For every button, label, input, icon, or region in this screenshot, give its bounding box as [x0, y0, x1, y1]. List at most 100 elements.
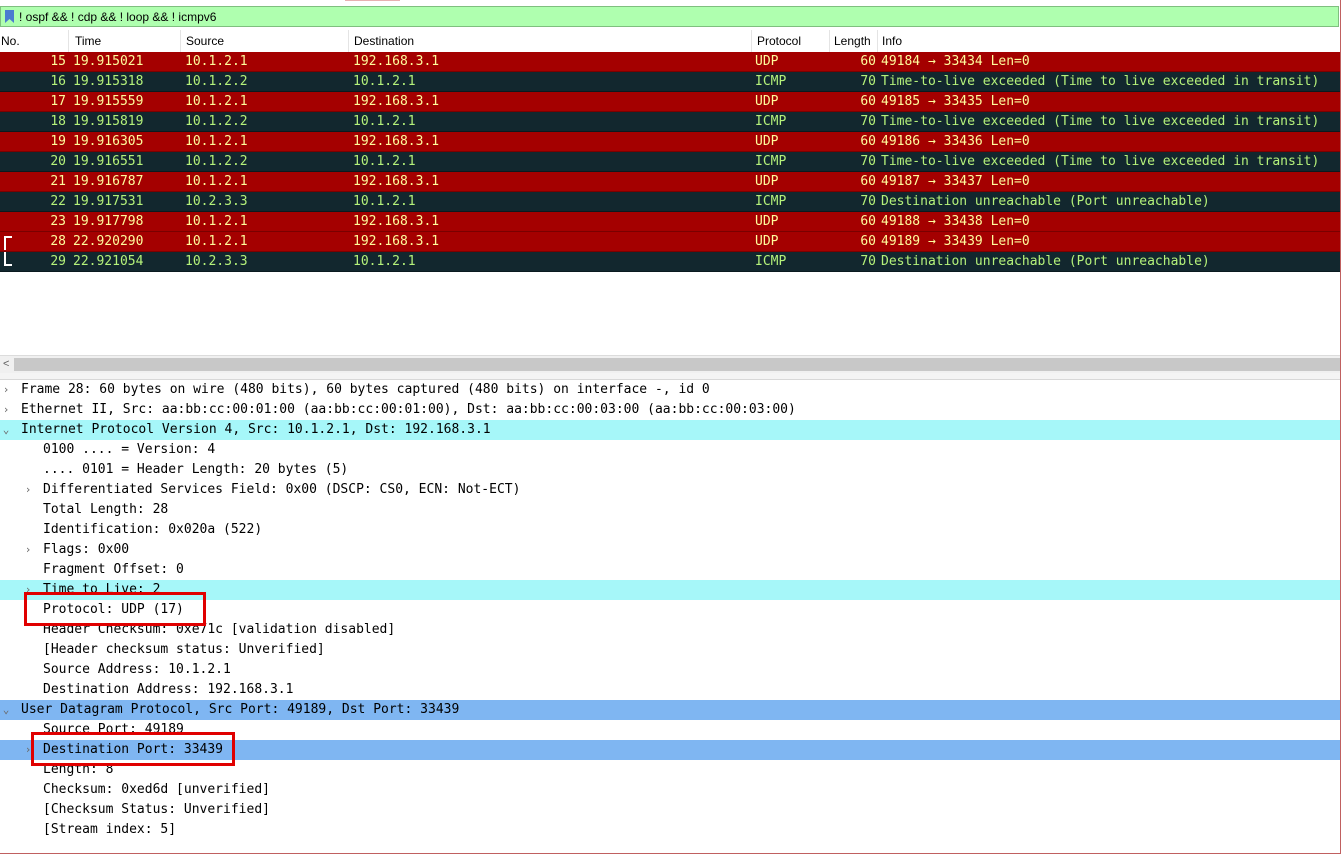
detail-ipv4[interactable]: ⌄ Internet Protocol Version 4, Src: 10.1.… [0, 420, 1341, 440]
packet-length: 70 [860, 254, 876, 269]
packet-time: 22.921054 [73, 254, 144, 269]
packet-length: 70 [860, 114, 876, 129]
packet-row-selected[interactable]: 28 22.920290 10.1.2.1 192.168.3.1 UDP 60 49189… [0, 232, 1341, 252]
detail-ip-source-address[interactable]: Source Address: 10.1.2.1 [0, 660, 1341, 680]
packet-info: 49184 → 33434 Len=0 [881, 54, 1030, 69]
packet-length: 60 [860, 54, 876, 69]
detail-text: Identification: 0x020a (522) [43, 522, 263, 537]
packet-time: 19.916305 [73, 134, 144, 149]
packet-info: 49186 → 33436 Len=0 [881, 134, 1030, 149]
display-filter-bar[interactable]: ! ospf && ! cdp && ! loop && ! icmpv6 [0, 6, 1339, 27]
column-header-destination[interactable]: Destination [354, 34, 414, 48]
detail-udp-stream-index[interactable]: [Stream index: 5] [0, 820, 1341, 840]
display-filter-input[interactable]: ! ospf && ! cdp && ! loop && ! icmpv6 [19, 10, 216, 24]
detail-ip-total-length[interactable]: Total Length: 28 [0, 500, 1341, 520]
packet-row[interactable]: 18 19.915819 10.1.2.2 10.1.2.1 ICMP 70 Time-to… [0, 112, 1341, 132]
column-separator[interactable] [180, 30, 181, 52]
scroll-left-icon[interactable]: < [3, 358, 9, 370]
column-header-no[interactable]: No. [1, 34, 20, 48]
detail-text: [Header checksum status: Unverified] [43, 642, 325, 657]
packet-row[interactable]: 16 19.915318 10.1.2.2 10.1.2.1 ICMP 70 Time-to… [0, 72, 1341, 92]
detail-frame[interactable]: › Frame 28: 60 bytes on wire (480 bits), … [0, 380, 1341, 400]
detail-text: 0100 .... = Version: 4 [43, 442, 216, 457]
packet-protocol: ICMP [755, 74, 787, 89]
detail-text: Frame 28: 60 bytes on wire (480 bits), 6… [21, 382, 710, 397]
packet-source: 10.1.2.2 [185, 154, 248, 169]
detail-ip-destination-address[interactable]: Destination Address: 192.168.3.1 [0, 680, 1341, 700]
collapse-chevron-icon[interactable]: ⌄ [0, 420, 12, 440]
column-separator[interactable] [348, 30, 349, 52]
packet-no: 23 [50, 214, 66, 229]
collapse-chevron-icon[interactable]: ⌄ [0, 700, 12, 720]
packet-list-pane: No. Time Source Destination Protocol Len… [0, 30, 1341, 356]
packet-rows: 15 19.915021 10.1.2.1 192.168.3.1 UDP 60 49184… [0, 52, 1341, 272]
packet-info: 49187 → 33437 Len=0 [881, 174, 1030, 189]
packet-protocol: ICMP [755, 114, 787, 129]
packet-time: 19.915021 [73, 54, 144, 69]
packet-info: 49188 → 33438 Len=0 [881, 214, 1030, 229]
packet-row[interactable]: 20 19.916551 10.1.2.2 10.1.2.1 ICMP 70 Time-to… [0, 152, 1341, 172]
column-separator[interactable] [751, 30, 752, 52]
scrollbar-thumb[interactable] [14, 358, 1341, 371]
detail-ip-fragment-offset[interactable]: Fragment Offset: 0 [0, 560, 1341, 580]
packet-no: 21 [50, 174, 66, 189]
packet-protocol: ICMP [755, 254, 787, 269]
detail-text: [Checksum Status: Unverified] [43, 802, 270, 817]
column-separator[interactable] [877, 30, 878, 52]
packet-row[interactable]: 22 19.917531 10.2.3.3 10.1.2.1 ICMP 70 Destina… [0, 192, 1341, 212]
packet-row[interactable]: 29 22.921054 10.2.3.3 10.1.2.1 ICMP 70 Destina… [0, 252, 1341, 272]
column-header-info[interactable]: Info [882, 34, 902, 48]
detail-ip-version[interactable]: 0100 .... = Version: 4 [0, 440, 1341, 460]
expand-chevron-icon[interactable]: › [0, 400, 12, 420]
packet-row[interactable]: 21 19.916787 10.1.2.1 192.168.3.1 UDP 60 49187… [0, 172, 1341, 192]
packet-length: 60 [860, 214, 876, 229]
column-separator[interactable] [68, 30, 69, 52]
detail-ip-flags[interactable]: › Flags: 0x00 [0, 540, 1341, 560]
packet-row[interactable]: 17 19.915559 10.1.2.1 192.168.3.1 UDP 60 49185… [0, 92, 1341, 112]
detail-ip-dsfield[interactable]: › Differentiated Services Field: 0x00 (DS… [0, 480, 1341, 500]
packet-time: 19.917798 [73, 214, 144, 229]
expand-chevron-icon[interactable]: › [22, 480, 34, 500]
packet-no: 20 [50, 154, 66, 169]
column-header-protocol[interactable]: Protocol [757, 34, 801, 48]
detail-ethernet[interactable]: › Ethernet II, Src: aa:bb:cc:00:01:00 (aa… [0, 400, 1341, 420]
detail-udp-checksum[interactable]: Checksum: 0xed6d [unverified] [0, 780, 1341, 800]
detail-udp[interactable]: ⌄ User Datagram Protocol, Src Port: 49189… [0, 700, 1341, 720]
packet-info: Time-to-live exceeded (Time to live exce… [881, 154, 1320, 169]
packet-no: 28 [50, 234, 66, 249]
detail-text: Ethernet II, Src: aa:bb:cc:00:01:00 (aa:… [21, 402, 796, 417]
packet-destination: 192.168.3.1 [353, 234, 440, 249]
detail-text: Flags: 0x00 [43, 542, 130, 557]
packet-length: 60 [860, 234, 876, 249]
detail-text: Internet Protocol Version 4, Src: 10.1.2… [21, 422, 491, 437]
packet-protocol: UDP [755, 214, 779, 229]
detail-ip-identification[interactable]: Identification: 0x020a (522) [0, 520, 1341, 540]
detail-ip-checksum-status[interactable]: [Header checksum status: Unverified] [0, 640, 1341, 660]
packet-row[interactable]: 19 19.916305 10.1.2.1 192.168.3.1 UDP 60 49186… [0, 132, 1341, 152]
column-separator[interactable] [829, 30, 830, 52]
packet-source: 10.1.2.1 [185, 174, 248, 189]
pane-splitter[interactable] [0, 373, 1341, 380]
column-header-time[interactable]: Time [75, 34, 101, 48]
expand-chevron-icon[interactable]: › [22, 540, 34, 560]
annotation-box-protocol [24, 592, 206, 626]
detail-ip-header-length[interactable]: .... 0101 = Header Length: 20 bytes (5) [0, 460, 1341, 480]
packet-length: 60 [860, 94, 876, 109]
column-header-source[interactable]: Source [186, 34, 224, 48]
column-header-length[interactable]: Length [834, 34, 871, 48]
packet-row[interactable]: 15 19.915021 10.1.2.1 192.168.3.1 UDP 60 49184… [0, 52, 1341, 72]
packet-info: Destination unreachable (Port unreachabl… [881, 254, 1210, 269]
bookmark-icon[interactable] [3, 9, 15, 25]
packet-destination: 192.168.3.1 [353, 94, 440, 109]
packet-list-horizontal-scrollbar[interactable]: < [0, 355, 1341, 373]
expand-chevron-icon[interactable]: › [0, 380, 12, 400]
packet-source: 10.1.2.2 [185, 74, 248, 89]
packet-no: 29 [50, 254, 66, 269]
detail-text: User Datagram Protocol, Src Port: 49189,… [21, 702, 460, 717]
packet-info: Destination unreachable (Port unreachabl… [881, 194, 1210, 209]
packet-no: 15 [50, 54, 66, 69]
packet-row[interactable]: 23 19.917798 10.1.2.1 192.168.3.1 UDP 60 49188… [0, 212, 1341, 232]
packet-length: 60 [860, 134, 876, 149]
detail-text: Total Length: 28 [43, 502, 169, 517]
detail-udp-checksum-status[interactable]: [Checksum Status: Unverified] [0, 800, 1341, 820]
